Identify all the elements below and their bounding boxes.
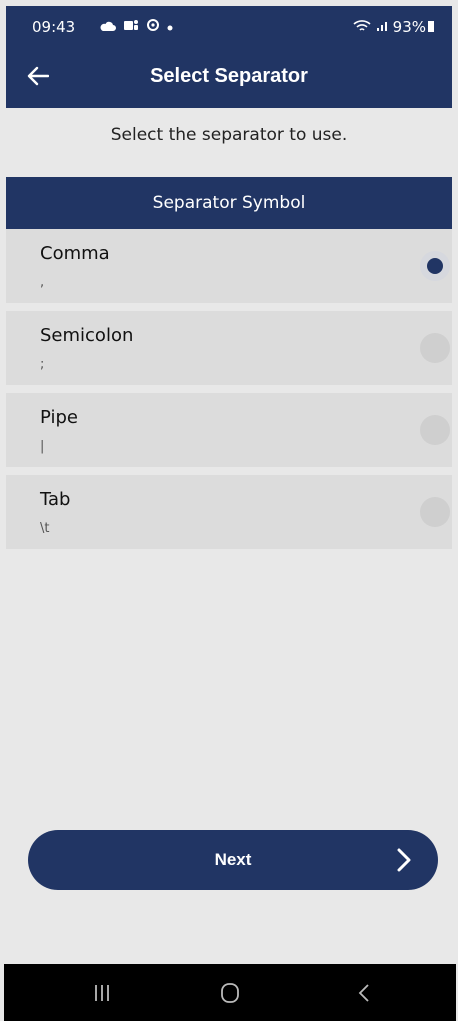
dot-icon [167,25,173,31]
next-button-label: Next [214,850,252,869]
option-label: Pipe [40,407,78,428]
radio-button-selected[interactable] [420,251,450,281]
option-label: Comma [40,243,110,264]
notification-icons [100,18,174,36]
option-tab[interactable]: Tab \t [6,475,452,549]
app-bar: Select Separator [6,48,452,108]
radio-button[interactable] [420,415,450,445]
home-icon[interactable] [216,982,244,1004]
header: 09:43 93% Select Separator [6,6,452,108]
status-bar: 09:43 93% [6,6,452,48]
wifi-icon [353,20,371,31]
option-semicolon[interactable]: Semicolon ; [6,311,452,385]
section-header: Separator Symbol [6,177,452,229]
back-nav-icon[interactable] [350,982,378,1004]
cloud-icon [100,21,116,31]
radio-button[interactable] [420,333,450,363]
option-label: Tab [40,489,71,510]
chevron-right-icon [397,848,411,872]
battery-icon [428,21,434,32]
system-nav-bar [4,964,456,1021]
teams-icon [123,20,138,30]
option-pipe[interactable]: Pipe | [6,393,452,467]
option-symbol: ; [40,357,45,372]
option-symbol: \t [40,521,50,536]
option-symbol: , [40,275,45,290]
option-label: Semicolon [40,325,134,346]
page-title: Select Separator [150,65,308,87]
option-symbol: | [40,439,45,454]
recent-apps-icon[interactable] [88,982,116,1004]
next-button[interactable]: Next [28,830,438,890]
signal-icon [376,22,387,31]
battery-percent: 93% [392,18,426,36]
status-time: 09:43 [32,18,76,36]
separator-list: Comma , Semicolon ; Pipe | Tab \t [6,229,452,557]
option-comma[interactable]: Comma , [6,229,452,303]
sync-icon [146,19,159,31]
instruction-text: Select the separator to use. [110,125,348,145]
radio-button[interactable] [420,497,450,527]
status-right: 93% [353,18,434,36]
